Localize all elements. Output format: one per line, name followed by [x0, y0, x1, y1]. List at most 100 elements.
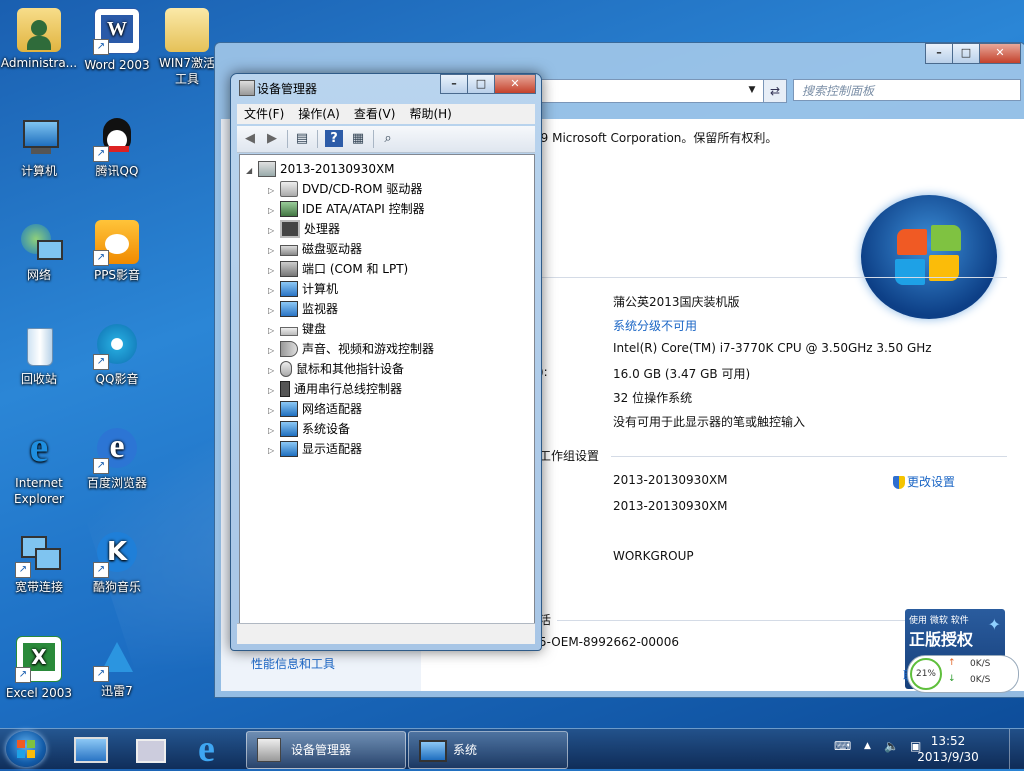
device-tree[interactable]: ◢ 2013-20130930XM ▷ DVD/CD-ROM 驱动器 ▷ IDE ATA… [239, 154, 535, 626]
shortcut-arrow-icon: ↗ [15, 562, 31, 578]
show-hide-console-tree-icon[interactable]: ▤ [293, 130, 311, 147]
maximize-button[interactable]: □ [467, 74, 495, 94]
desktop-icon-qq[interactable]: ↗ 腾讯QQ [78, 112, 156, 179]
pinned-ie-icon[interactable]: e [184, 728, 242, 770]
expand-arrow-icon[interactable]: ▷ [268, 361, 278, 381]
expand-arrow-icon[interactable]: ▷ [268, 181, 278, 201]
change-settings-link[interactable]: 更改设置 [893, 473, 955, 490]
tree-node-label: 显示适配器 [302, 442, 363, 456]
refresh-icon[interactable]: ⇄ [763, 79, 787, 103]
properties-icon[interactable]: ▦ [349, 130, 367, 147]
tree-node-mouse[interactable]: ▷ 鼠标和其他指针设备 [268, 359, 404, 379]
expand-arrow-icon[interactable]: ▷ [268, 421, 278, 441]
pps-icon: ↗ [93, 220, 139, 266]
tree-node-keyboard[interactable]: ▷ 键盘 [268, 319, 326, 339]
desktop-icon-thunder[interactable]: ↗ 迅雷7 [78, 632, 156, 699]
desktop-icon-word[interactable]: W ↗ Word 2003 [78, 4, 156, 73]
volume-icon[interactable]: 🔈 [884, 739, 899, 753]
search-input[interactable]: 搜索控制面板 [793, 79, 1021, 101]
forward-icon[interactable]: ▶ [263, 130, 281, 147]
tree-node-display-adapter[interactable]: ▷ 显示适配器 [268, 439, 362, 459]
back-icon[interactable]: ◀ [241, 130, 259, 147]
desktop-icon-kugou[interactable]: K ↗ 酷狗音乐 [78, 528, 156, 595]
usb-icon [280, 380, 290, 397]
desktop-icon-baidu-browser[interactable]: e ↗ 百度浏览器 [78, 424, 156, 491]
tree-node-sound[interactable]: ▷ 声音、视频和游戏控制器 [268, 339, 434, 359]
menu-action[interactable]: 操作(A) [291, 104, 347, 124]
desktop-icon-pps[interactable]: ↗ PPS影音 [78, 216, 156, 283]
tree-node-network-adapter[interactable]: ▷ 网络适配器 [268, 399, 362, 419]
show-desktop-button[interactable] [1009, 729, 1024, 769]
device-manager-window[interactable]: 设备管理器 – □ ✕ 文件(F) 操作(A) 查看(V) 帮助(H) ◀ ▶ ▤ ? ▦… [230, 73, 542, 651]
expand-arrow-icon[interactable]: ▷ [268, 401, 278, 421]
expand-arrow-icon[interactable]: ▷ [268, 281, 278, 301]
rating-link[interactable]: 系统分级不可用 [613, 317, 697, 334]
desktop-icon-qq-player[interactable]: ↗ QQ影音 [78, 320, 156, 387]
computer-icon [17, 116, 61, 160]
address-bar[interactable] [535, 79, 777, 103]
desktop-icon-recycle-bin[interactable]: 回收站 [0, 320, 78, 387]
help-icon[interactable]: ? [325, 130, 343, 147]
processor-text: Intel(R) Core(TM) i7-3770K CPU @ 3.50GHz… [613, 341, 932, 355]
perf-info-link[interactable]: 性能信息和工具 [251, 655, 335, 672]
task-device-manager[interactable]: 设备管理器 [246, 731, 406, 769]
tree-node-monitor[interactable]: ▷ 监视器 [268, 299, 338, 319]
tree-node-dvd-drive[interactable]: ▷ DVD/CD-ROM 驱动器 [268, 179, 422, 199]
tree-node-label: IDE ATA/ATAPI 控制器 [302, 202, 425, 216]
show-hidden-icons-icon[interactable]: ▲ [864, 741, 871, 751]
baidu-browser-icon: e ↗ [93, 428, 139, 474]
close-button[interactable]: ✕ [979, 43, 1021, 64]
expand-arrow-icon[interactable]: ▷ [268, 341, 278, 361]
computer-icon [280, 280, 298, 297]
star-icon: ✦ [987, 615, 1001, 634]
expand-arrow-icon[interactable]: ▷ [268, 261, 278, 281]
word-icon: W ↗ [93, 8, 140, 55]
tree-node-system-device[interactable]: ▷ 系统设备 [268, 419, 350, 439]
edition-text: 蒲公英2013国庆装机版 [613, 295, 740, 309]
tree-node-disk-drive[interactable]: ▷ 磁盘驱动器 [268, 239, 362, 259]
expand-arrow-icon[interactable]: ▷ [268, 201, 278, 221]
menu-view[interactable]: 查看(V) [347, 104, 403, 124]
menu-file[interactable]: 文件(F) [237, 104, 291, 124]
desktop-icon-administrator[interactable]: Administra... [0, 4, 78, 71]
expand-arrow-icon[interactable]: ▷ [268, 381, 278, 401]
desktop-icon-win7-activator[interactable]: WIN7激活工具 [154, 4, 220, 87]
desktop-icon-computer[interactable]: 计算机 [0, 112, 78, 179]
minimize-button[interactable]: – [440, 74, 468, 94]
start-button[interactable] [6, 731, 46, 767]
desktop-icon-ie[interactable]: e Internet Explorer [0, 424, 78, 507]
expand-arrow-icon[interactable]: ▷ [268, 301, 278, 321]
window-title: 设备管理器 [257, 82, 318, 96]
device-manager-icon [257, 738, 281, 762]
menu-help[interactable]: 帮助(H) [402, 104, 458, 124]
desktop-icon-broadband[interactable]: ↗ 宽带连接 [0, 528, 78, 595]
scan-hardware-icon[interactable]: ⌕ [379, 130, 397, 147]
desktop-icon-network[interactable]: 网络 [0, 216, 78, 283]
tree-root[interactable]: ◢ 2013-20130930XM [246, 159, 395, 179]
tree-node-processor[interactable]: ▷ 处理器 [268, 219, 340, 239]
address-dropdown-icon[interactable]: ▼ [743, 79, 761, 101]
expand-arrow-icon[interactable]: ▷ [268, 241, 278, 261]
expand-arrow-icon[interactable]: ▷ [268, 321, 278, 341]
expand-arrow-icon[interactable]: ▷ [268, 441, 278, 461]
tree-node-ide-controller[interactable]: ▷ IDE ATA/ATAPI 控制器 [268, 199, 425, 219]
maximize-button[interactable]: □ [952, 43, 980, 64]
close-button[interactable]: ✕ [494, 74, 536, 94]
network-speed-meter[interactable]: 21% ↑ 0K/S ↓ 0K/S [907, 655, 1019, 693]
task-system[interactable]: 系统 [408, 731, 568, 769]
expand-arrow-icon[interactable]: ▷ [268, 221, 278, 241]
pinned-show-desktop-icon[interactable] [60, 733, 118, 765]
minimize-button[interactable]: – [925, 43, 953, 64]
tree-node-computer[interactable]: ▷ 计算机 [268, 279, 338, 299]
clock[interactable]: 13:52 2013/9/30 [912, 733, 984, 765]
collapse-arrow-icon[interactable]: ◢ [246, 161, 256, 181]
desktop-icon-excel[interactable]: X ↗ Excel 2003 [0, 632, 78, 701]
product-id-text: 5-OEM-8992662-00006 [539, 635, 679, 649]
tree-node-label: 处理器 [304, 222, 341, 236]
pinned-switch-windows-icon[interactable] [122, 733, 180, 765]
tree-node-port[interactable]: ▷ 端口 (COM 和 LPT) [268, 259, 408, 279]
tree-node-usb[interactable]: ▷ 通用串行总线控制器 [268, 379, 402, 399]
tree-node-label: 鼠标和其他指针设备 [296, 362, 405, 376]
shortcut-arrow-icon: ↗ [93, 562, 109, 578]
keyboard-icon[interactable]: ⌨ [834, 739, 851, 753]
